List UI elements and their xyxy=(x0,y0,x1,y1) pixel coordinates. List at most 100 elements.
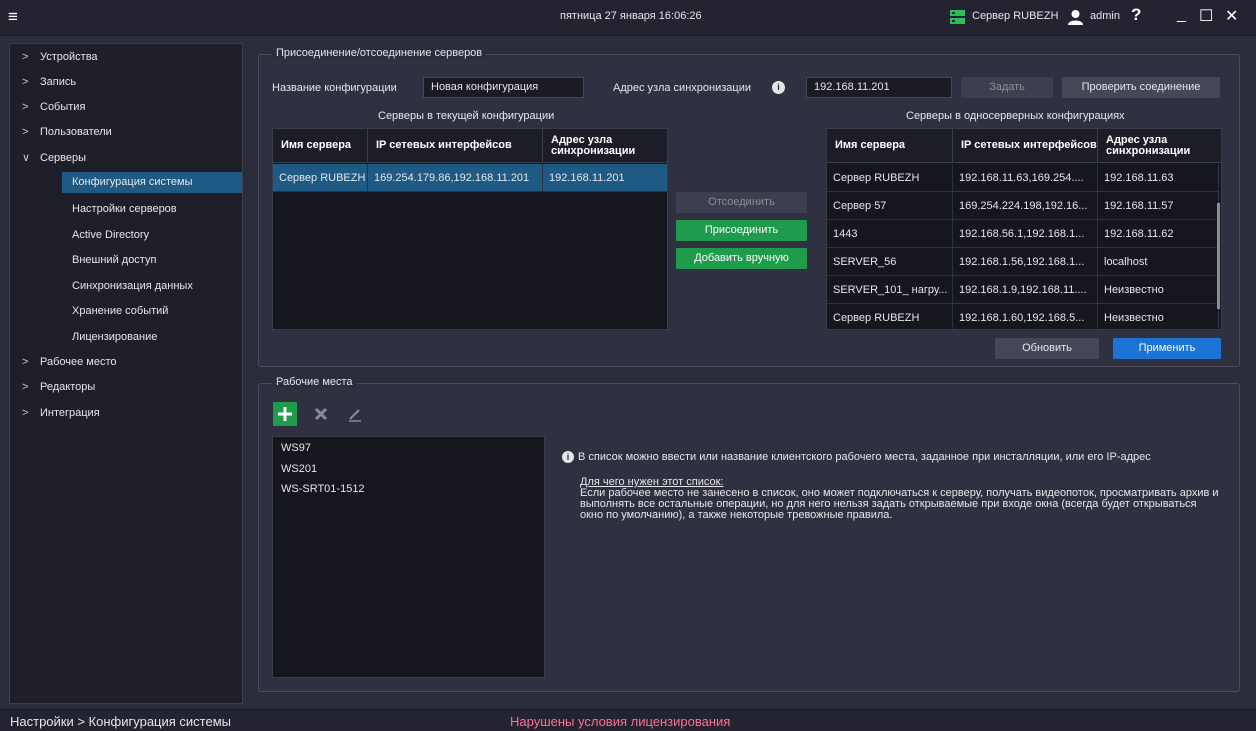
single-servers-title: Серверы в односерверных конфигурациях xyxy=(906,110,1125,122)
table-cell: SERVER_56 xyxy=(827,248,953,276)
table-cell: 192.168.11.62 xyxy=(1098,220,1219,248)
table-cell: 192.168.11.63 xyxy=(1098,164,1219,192)
apply-button[interactable]: Применить xyxy=(1113,338,1221,359)
add-workplace-button[interactable] xyxy=(273,402,297,426)
workplaces-panel-legend: Рабочие места xyxy=(272,376,357,388)
sidebar-item-workplace[interactable]: > Рабочее место xyxy=(10,352,242,373)
datetime-label: пятница 27 января 16:06:26 xyxy=(560,10,702,22)
sync-address-label: Адрес узла синхронизации xyxy=(613,82,751,94)
table-cell: Сервер RUBEZH xyxy=(273,164,368,192)
sidebar-subitem-licensing[interactable]: Лицензирование xyxy=(62,327,242,348)
config-name-label: Название конфигурации xyxy=(272,82,397,94)
disconnect-button[interactable]: Отсоединить xyxy=(676,192,807,213)
delete-workplace-button[interactable] xyxy=(309,402,333,426)
delete-x-icon xyxy=(314,407,328,421)
config-name-input[interactable]: Новая конфигурация xyxy=(423,77,584,98)
sidebar-item-label: Серверы xyxy=(40,152,87,164)
add-manually-button[interactable]: Добавить вручную xyxy=(676,248,807,269)
sidebar-item-label: Пользователи xyxy=(40,126,112,138)
table-cell: 192.168.1.60,192.168.5... xyxy=(953,304,1098,329)
sidebar-item-label: Редакторы xyxy=(40,381,96,393)
table-row[interactable]: Сервер 57 169.254.224.198,192.16... 192.… xyxy=(827,192,1219,220)
table-cell: 192.168.11.63,169.254.... xyxy=(953,164,1098,192)
table-row[interactable]: Сервер RUBEZH 192.168.11.63,169.254.... … xyxy=(827,164,1219,192)
set-button[interactable]: Задать xyxy=(961,77,1053,98)
sidebar-item-devices[interactable]: > Устройства xyxy=(10,47,242,68)
vertical-scrollbar[interactable] xyxy=(1217,203,1220,309)
sidebar-item-label: Интеграция xyxy=(40,407,100,419)
sidebar-item-users[interactable]: > Пользователи xyxy=(10,122,242,143)
servers-panel-legend: Присоединение/отсоединение серверов xyxy=(272,47,487,59)
hamburger-menu-icon[interactable]: ≡ xyxy=(8,8,26,26)
sidebar-item-label: Запись xyxy=(40,76,77,88)
close-icon[interactable]: ✕ xyxy=(1225,6,1238,26)
sidebar-subitem-event-storage[interactable]: Хранение событий xyxy=(62,301,242,322)
list-item[interactable]: WS97 xyxy=(281,442,311,454)
user-label[interactable]: admin xyxy=(1090,10,1120,22)
table-row[interactable]: Сервер RUBEZH 192.168.1.60,192.168.5... … xyxy=(827,304,1219,329)
sidebar-item-servers[interactable]: ∨ Серверы xyxy=(10,148,242,169)
connect-button[interactable]: Присоединить xyxy=(676,220,807,241)
single-servers-table: Имя сервера IP сетевых интерфейсов Адрес… xyxy=(826,128,1222,330)
maximize-icon[interactable]: ☐ xyxy=(1199,6,1213,26)
column-header[interactable]: Адрес узла синхронизации xyxy=(543,129,667,163)
sync-address-input[interactable]: 192.168.11.201 xyxy=(806,77,952,98)
chevron-right-icon: > xyxy=(22,126,29,138)
table-row[interactable]: 1443 192.168.56.1,192.168.1... 192.168.1… xyxy=(827,220,1219,248)
table-cell: Сервер RUBEZH xyxy=(827,164,953,192)
edit-workplace-button[interactable] xyxy=(343,402,367,426)
table-row[interactable]: SERVER_56 192.168.1.56,192.168.1... loca… xyxy=(827,248,1219,276)
sidebar-subitem-data-sync[interactable]: Синхронизация данных xyxy=(62,276,242,297)
column-header[interactable]: Имя сервера xyxy=(273,129,368,163)
column-header[interactable]: Адрес узла синхронизации xyxy=(1098,129,1221,163)
sidebar-item-recording[interactable]: > Запись xyxy=(10,72,242,93)
column-header[interactable]: Имя сервера xyxy=(827,129,953,163)
title-bar: ≡ пятница 27 января 16:06:26 Сервер RUBE… xyxy=(0,0,1256,36)
sidebar-subitem-server-settings[interactable]: Настройки серверов xyxy=(62,199,242,220)
table-row[interactable]: SERVER_101_ нагру... 192.168.1.9,192.168… xyxy=(827,276,1219,304)
chevron-right-icon: > xyxy=(22,356,29,368)
table-cell: Сервер 57 xyxy=(827,192,953,220)
sidebar-item-events[interactable]: > События xyxy=(10,97,242,118)
refresh-button[interactable]: Обновить xyxy=(995,338,1099,359)
list-item[interactable]: WS201 xyxy=(281,463,317,475)
list-item[interactable]: WS-SRT01-1512 xyxy=(281,483,365,495)
help-icon[interactable]: ? xyxy=(1131,5,1141,25)
sidebar-item-editors[interactable]: > Редакторы xyxy=(10,377,242,398)
table-cell: 1443 xyxy=(827,220,953,248)
sidebar-subitem-system-config[interactable]: Конфигурация системы xyxy=(62,172,242,193)
table-cell: 169.254.179.86,192.168.11.201 xyxy=(368,164,543,192)
chevron-right-icon: > xyxy=(22,101,29,113)
chevron-right-icon: > xyxy=(22,51,29,63)
check-connection-button[interactable]: Проверить соединение xyxy=(1062,77,1220,98)
sidebar-subitem-active-directory[interactable]: Active Directory xyxy=(62,225,242,246)
table-cell: localhost xyxy=(1098,248,1219,276)
table-cell: 192.168.56.1,192.168.1... xyxy=(953,220,1098,248)
info-icon: i xyxy=(562,451,574,463)
breadcrumb: Настройки > Конфигурация системы xyxy=(10,714,231,729)
info-text: В список можно ввести или название клиен… xyxy=(578,451,1151,463)
plus-icon xyxy=(278,407,292,421)
table-cell: Неизвестно xyxy=(1098,276,1219,304)
workplaces-list[interactable]: WS97 WS201 WS-SRT01-1512 xyxy=(272,436,545,678)
server-icon xyxy=(950,10,965,24)
table-cell: 192.168.11.57 xyxy=(1098,192,1219,220)
chevron-down-icon: ∨ xyxy=(22,152,31,164)
sidebar-item-label: Устройства xyxy=(40,51,98,63)
current-server-label[interactable]: Сервер RUBEZH xyxy=(972,10,1058,22)
minimize-icon[interactable]: _ xyxy=(1177,6,1186,24)
table-row[interactable]: Сервер RUBEZH 169.254.179.86,192.168.11.… xyxy=(273,164,667,192)
sidebar-item-integration[interactable]: > Интеграция xyxy=(10,403,242,424)
license-warning: Нарушены условия лицензирования xyxy=(510,714,731,729)
sidebar-subitem-external-access[interactable]: Внешний доступ xyxy=(62,250,242,271)
table-cell: 192.168.1.9,192.168.11.... xyxy=(953,276,1098,304)
column-header[interactable]: IP сетевых интерфейсов xyxy=(368,129,543,163)
table-cell: 192.168.1.56,192.168.1... xyxy=(953,248,1098,276)
table-cell: 169.254.224.198,192.16... xyxy=(953,192,1098,220)
status-bar: Настройки > Конфигурация системы Нарушен… xyxy=(0,709,1256,731)
current-servers-table: Имя сервера IP сетевых интерфейсов Адрес… xyxy=(272,128,668,330)
sidebar: > Устройства > Запись > События > Пользо… xyxy=(9,43,243,704)
chevron-right-icon: > xyxy=(22,76,29,88)
table-cell: Неизвестно xyxy=(1098,304,1219,329)
column-header[interactable]: IP сетевых интерфейсов xyxy=(953,129,1098,163)
